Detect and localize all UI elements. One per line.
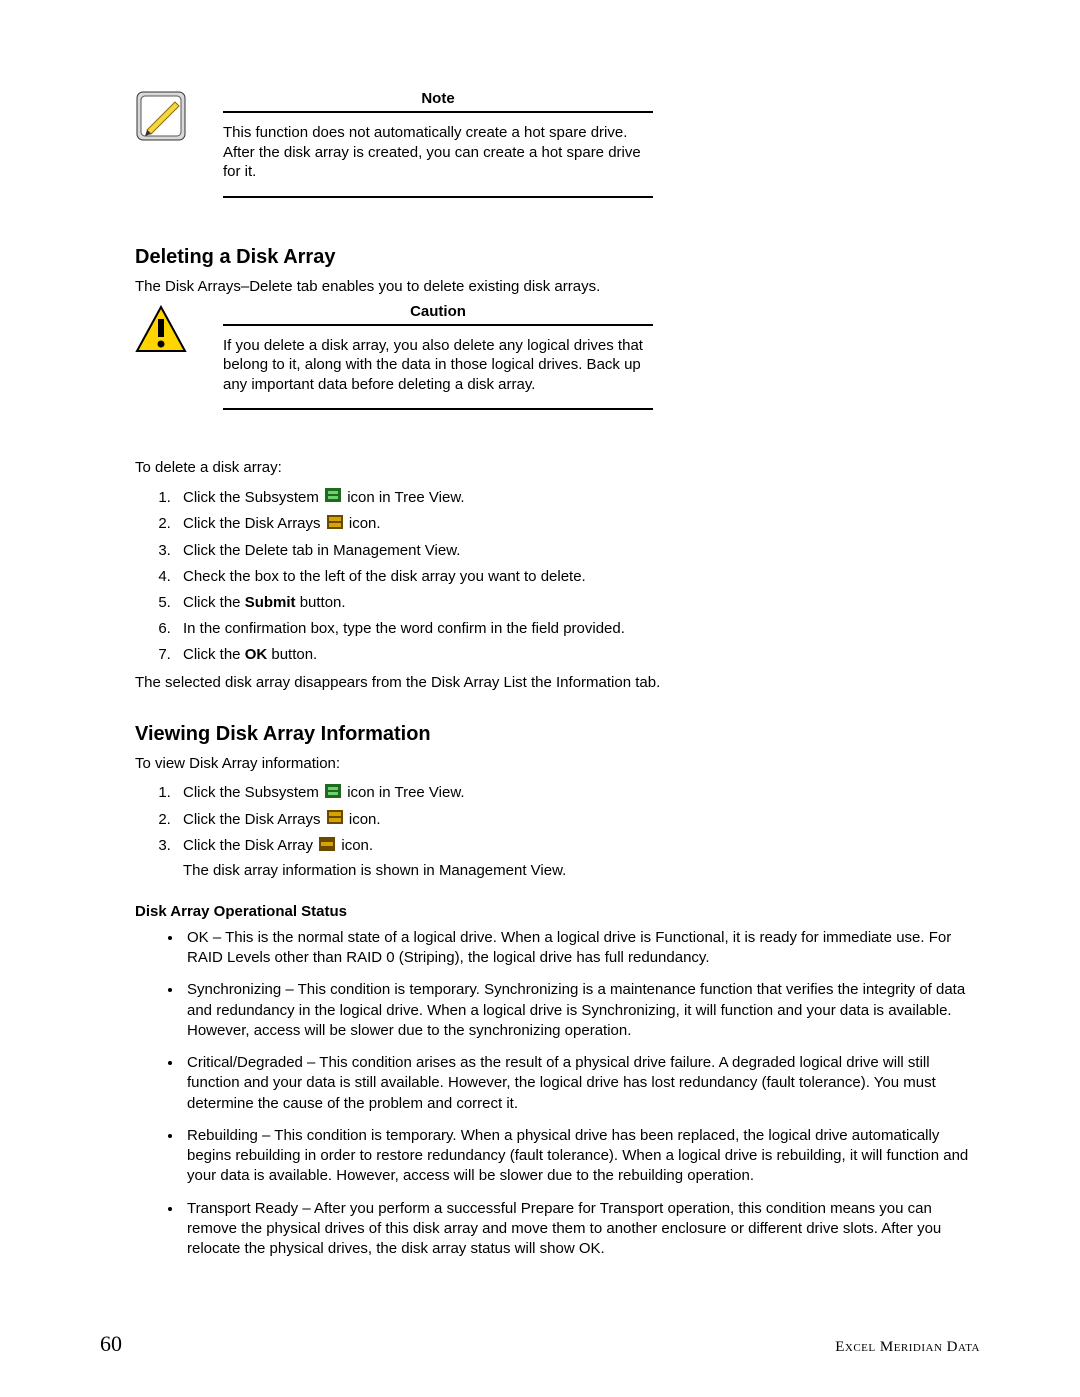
list-item: Click the OK button. (175, 644, 980, 665)
note-text: This function does not automatically cre… (223, 123, 653, 182)
disk-arrays-icon (327, 809, 343, 830)
caution-title: Caution (223, 303, 653, 320)
heading-deleting: Deleting a Disk Array (135, 246, 980, 269)
footer-brand: Excel Meridian Data (835, 1339, 980, 1356)
list-item: Critical/Degraded – This condition arise… (183, 1053, 980, 1114)
list-item: Transport Ready – After you perform a su… (183, 1199, 980, 1260)
list-item: In the confirmation box, type the word c… (175, 618, 980, 639)
note-icon (135, 90, 187, 146)
step3-sub: The disk array information is shown in M… (183, 861, 980, 881)
delete-lead: To delete a disk array: (135, 458, 980, 478)
heading-opstatus: Disk Array Operational Status (135, 903, 980, 920)
delete-after: The selected disk array disappears from … (135, 673, 980, 693)
list-item: Click the Submit button. (175, 592, 980, 613)
caution-icon (135, 303, 187, 359)
list-item: Synchronizing – This condition is tempor… (183, 980, 980, 1041)
list-item: Click the Disk Array icon. The disk arra… (175, 835, 980, 881)
page-number: 60 (100, 1331, 122, 1357)
subsystem-icon (325, 783, 341, 804)
list-item: Click the Disk Arrays icon. (175, 513, 980, 535)
viewing-lead: To view Disk Array information: (135, 754, 980, 774)
opstatus-list: OK – This is the normal state of a logic… (135, 928, 980, 1260)
disk-array-icon (319, 836, 335, 857)
list-item: Click the Disk Arrays icon. (175, 809, 980, 831)
list-item: Rebuilding – This condition is temporary… (183, 1126, 980, 1187)
heading-viewing: Viewing Disk Array Information (135, 723, 980, 746)
delete-steps: Click the Subsystem icon in Tree View. C… (135, 487, 980, 665)
list-item: Click the Subsystem icon in Tree View. (175, 487, 980, 509)
list-item: Click the Delete tab in Management View. (175, 540, 980, 561)
list-item: Click the Subsystem icon in Tree View. (175, 782, 980, 804)
deleting-intro: The Disk Arrays–Delete tab enables you t… (135, 277, 980, 297)
caution-text: If you delete a disk array, you also del… (223, 336, 653, 395)
list-item: OK – This is the normal state of a logic… (183, 928, 980, 969)
list-item: Check the box to the left of the disk ar… (175, 566, 980, 587)
disk-arrays-icon (327, 514, 343, 535)
viewing-steps: Click the Subsystem icon in Tree View. C… (135, 782, 980, 881)
subsystem-icon (325, 487, 341, 508)
note-title: Note (223, 90, 653, 107)
